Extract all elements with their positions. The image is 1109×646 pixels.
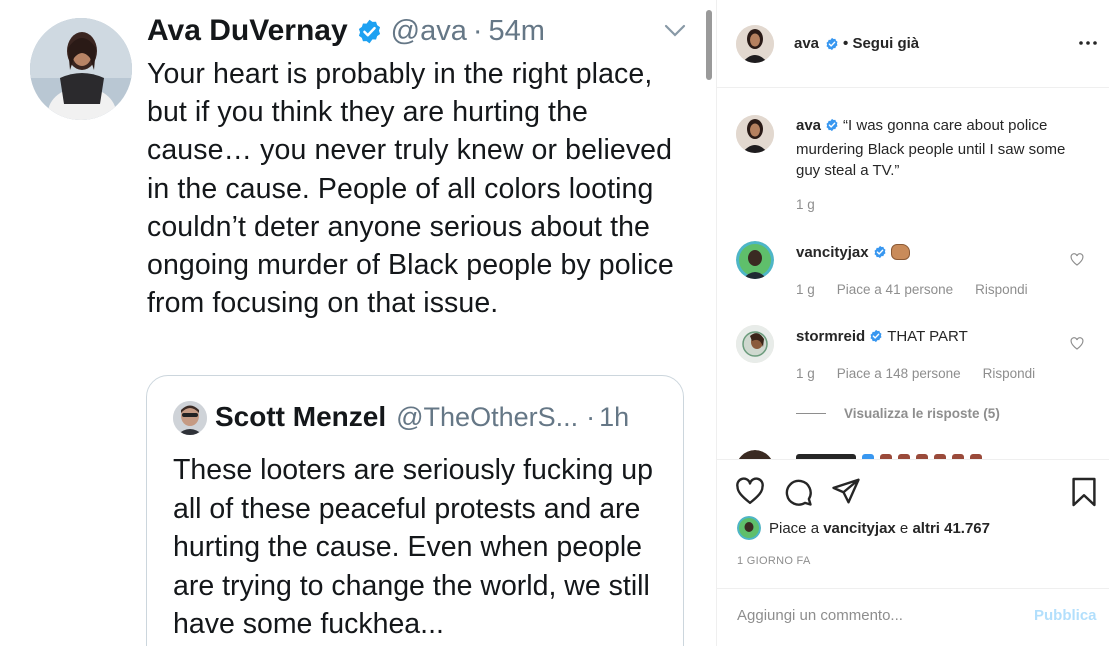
add-comment-section: Pubblica xyxy=(717,588,1109,646)
likes-middle: e xyxy=(895,519,913,537)
comment-like-heart-icon[interactable] xyxy=(1070,337,1084,355)
comment-likes-link[interactable]: Piace a 41 persone xyxy=(837,282,953,297)
tweet-timestamp: 54m xyxy=(488,14,545,47)
commenter-username[interactable]: vancityjax xyxy=(796,244,869,261)
fist-bump-emoji-icon xyxy=(890,244,910,260)
tweet-body: Your heart is probably in the right plac… xyxy=(147,58,674,320)
tweet-header: Ava DuVernay @ava · 54m xyxy=(147,14,545,48)
likes-count-link[interactable]: altri 41.767 xyxy=(912,520,990,537)
quoted-tweet-timestamp: 1h xyxy=(599,401,630,432)
tweet-author-avatar xyxy=(30,18,132,120)
quoted-tweet-header: Scott Menzel @TheOtherS... · 1h xyxy=(215,401,629,433)
tweet-image: Ava DuVernay @ava · 54m Your heart is pr… xyxy=(0,0,716,646)
tweet-author-handle: @ava xyxy=(390,14,467,47)
comments-list[interactable]: ava “I was gonna care about police murder… xyxy=(717,89,1109,459)
quoted-author-handle: @TheOtherS... xyxy=(396,401,579,432)
separator-dot: · xyxy=(586,401,596,432)
instagram-post-sidebar: ava • Segui già ava “I was gonna care ab… xyxy=(716,0,1109,646)
publish-button[interactable]: Pubblica xyxy=(1034,607,1097,624)
author-avatar[interactable] xyxy=(736,25,774,63)
verified-badge-icon xyxy=(825,37,839,51)
share-icon[interactable] xyxy=(831,477,861,510)
liker-avatar xyxy=(737,516,761,540)
caption-text-block: ava “I was gonna care about police murder… xyxy=(796,115,1086,182)
quoted-tweet-card: Scott Menzel @TheOtherS... · 1h These lo… xyxy=(146,375,684,646)
comment-icon[interactable] xyxy=(783,477,813,512)
likes-summary[interactable]: Piace a vancityjax e altri 41.767 xyxy=(737,516,990,540)
liker-username[interactable]: vancityjax xyxy=(823,520,896,537)
verified-badge-icon xyxy=(869,328,883,350)
comment-text-block: stormreid THAT PART xyxy=(796,326,1086,350)
commenter-username[interactable]: stormreid xyxy=(796,328,865,345)
verified-badge-icon xyxy=(356,18,383,45)
comment-likes-link[interactable]: Piace a 148 persone xyxy=(837,366,961,381)
view-replies-button[interactable]: Visualizza le risposte (5) xyxy=(796,406,1000,421)
author-username[interactable]: ava xyxy=(794,35,819,52)
reply-button[interactable]: Rispondi xyxy=(975,282,1028,297)
comment-meta: 1 g Piace a 41 persone Rispondi xyxy=(796,282,1050,297)
quoted-author-name: Scott Menzel xyxy=(215,401,387,432)
commenter-avatar[interactable] xyxy=(736,450,774,459)
verified-badge-icon xyxy=(825,117,839,139)
more-options-icon[interactable] xyxy=(1078,33,1098,58)
reply-button[interactable]: Rispondi xyxy=(983,366,1036,381)
caption-username[interactable]: ava xyxy=(796,117,821,134)
post-header: ava • Segui già xyxy=(717,0,1109,88)
caption-meta: 1 g xyxy=(796,197,837,212)
comment-age: 1 g xyxy=(796,282,815,297)
follow-status-button[interactable]: • Segui già xyxy=(843,35,919,52)
commenter-avatar[interactable] xyxy=(736,241,774,279)
comment-text-block: vancityjax xyxy=(796,242,1086,266)
comment-text: THAT PART xyxy=(887,328,968,345)
likes-prefix: Piace a xyxy=(769,519,824,537)
tweet-author-name: Ava DuVernay xyxy=(147,14,348,47)
comment-age: 1 g xyxy=(796,366,815,381)
verified-badge-icon xyxy=(873,244,887,266)
commenter-avatar[interactable] xyxy=(736,325,774,363)
chevron-down-icon xyxy=(664,24,686,43)
post-author-row: ava • Segui già xyxy=(794,35,919,52)
separator-dot: · xyxy=(472,14,483,47)
post-actions-section: Piace a vancityjax e altri 41.767 1 GIOR… xyxy=(717,459,1109,646)
scrollbar-thumb[interactable] xyxy=(706,10,712,80)
replies-divider-line xyxy=(796,413,826,414)
comment-like-heart-icon[interactable] xyxy=(1070,253,1084,271)
bookmark-icon[interactable] xyxy=(1071,476,1097,513)
quoted-author-avatar xyxy=(173,401,207,435)
heart-icon[interactable] xyxy=(735,477,765,510)
comment-input[interactable] xyxy=(737,607,997,624)
view-replies-label: Visualizza le risposte (5) xyxy=(844,406,1000,421)
author-avatar[interactable] xyxy=(736,115,774,153)
quoted-tweet-body: These looters are seriously fucking up a… xyxy=(173,454,653,641)
comment-meta: 1 g Piace a 148 persone Rispondi xyxy=(796,366,1057,381)
caption-age: 1 g xyxy=(796,197,815,212)
post-date[interactable]: 1 GIORNO FA xyxy=(737,555,811,567)
